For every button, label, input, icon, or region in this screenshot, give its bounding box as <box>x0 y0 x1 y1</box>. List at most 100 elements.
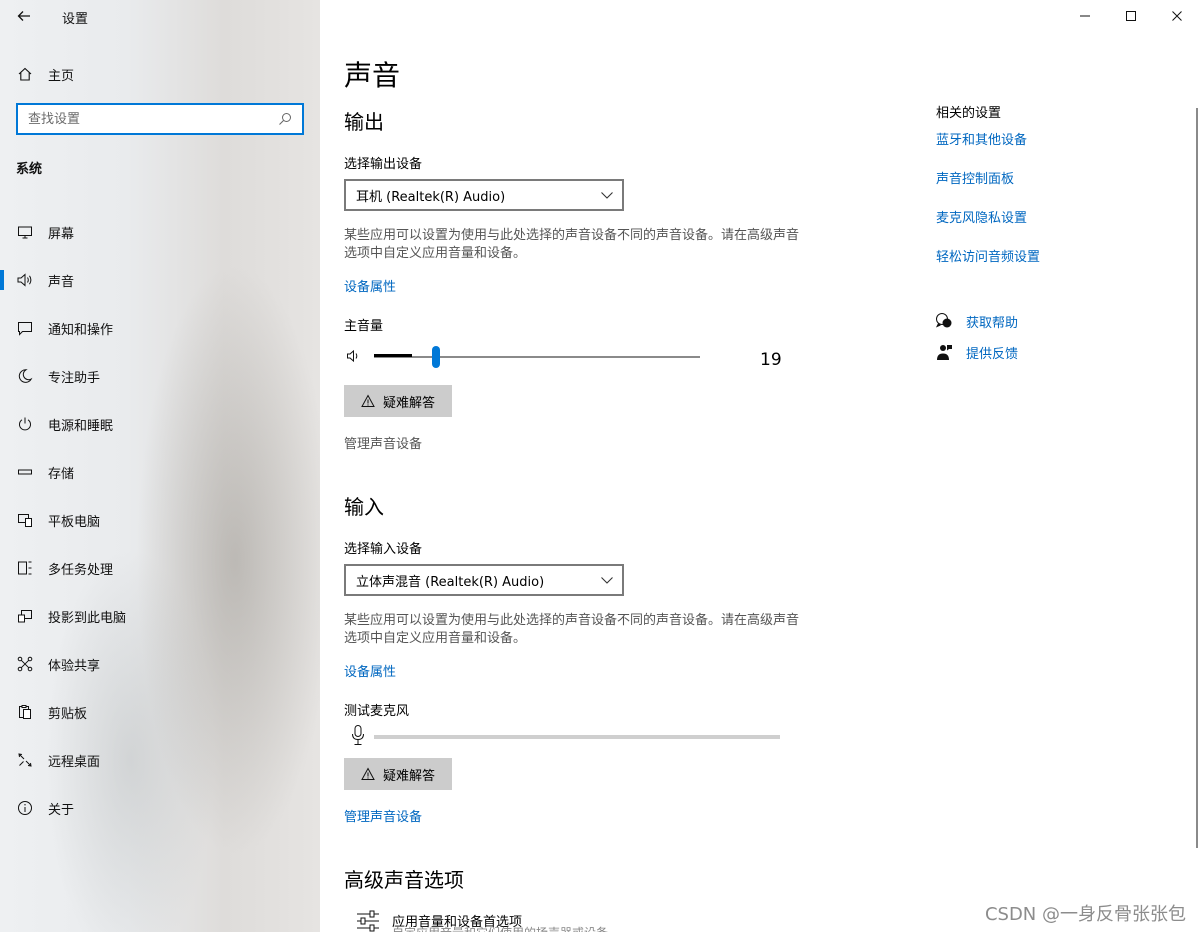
sidebar-item-label: 存储 <box>48 466 75 482</box>
input-manage-devices-link[interactable]: 管理声音设备 <box>344 806 422 825</box>
sidebar-item-about[interactable]: 关于 <box>0 784 320 832</box>
input-description: 某些应用可以设置为使用与此处选择的声音设备不同的声音设备。请在高级声音选项中自定… <box>344 613 800 646</box>
help-chat-icon <box>934 311 954 331</box>
clipboard-icon <box>15 702 35 722</box>
sidebar-item-notifications[interactable]: 通知和操作 <box>0 304 320 352</box>
moon-icon <box>15 366 35 386</box>
volume-speaker-icon[interactable] <box>346 348 362 368</box>
chevron-down-icon <box>600 573 614 587</box>
give-feedback-link[interactable]: 提供反馈 <box>934 342 1018 362</box>
mixer-icon <box>354 906 382 932</box>
test-microphone-label: 测试麦克风 <box>344 704 410 719</box>
get-help-label: 获取帮助 <box>966 315 1019 331</box>
search-box[interactable] <box>16 103 304 135</box>
microphone-level-track <box>374 735 780 739</box>
sidebar-item-sound[interactable]: 声音 <box>0 256 320 304</box>
monitor-icon <box>15 222 35 242</box>
sidebar-item-label: 平板电脑 <box>48 514 101 530</box>
sidebar-item-label: 声音 <box>48 274 75 290</box>
volume-slider-fill <box>374 354 412 357</box>
sidebar: 设置 主页 系统 屏幕 声音 通知和操作 专注助手 <box>0 0 320 932</box>
sidebar-item-label: 体验共享 <box>48 658 101 674</box>
scrollbar[interactable] <box>1196 108 1198 848</box>
output-device-value: 耳机 (Realtek(R) Audio) <box>356 189 506 205</box>
sidebar-item-multitasking[interactable]: 多任务处理 <box>0 544 320 592</box>
related-link-ease-of-access-audio[interactable]: 轻松访问音频设置 <box>936 246 1040 265</box>
maximize-icon[interactable] <box>1108 0 1154 32</box>
output-description: 某些应用可以设置为使用与此处选择的声音设备不同的声音设备。请在高级声音选项中自定… <box>344 228 800 261</box>
warning-icon <box>361 394 375 408</box>
search-input[interactable] <box>18 105 274 133</box>
sidebar-item-label: 关于 <box>48 802 75 818</box>
advanced-heading: 高级声音选项 <box>344 868 464 892</box>
input-device-label: 选择输入设备 <box>344 542 423 557</box>
sidebar-item-label: 远程桌面 <box>48 754 101 770</box>
sidebar-item-label: 屏幕 <box>48 226 75 242</box>
related-link-sound-control-panel[interactable]: 声音控制面板 <box>936 168 1014 187</box>
input-device-dropdown[interactable]: 立体声混音 (Realtek(R) Audio) <box>344 564 624 596</box>
sidebar-item-home[interactable]: 主页 <box>0 58 320 90</box>
info-icon <box>15 798 35 818</box>
sidebar-item-label: 专注助手 <box>48 370 101 386</box>
sidebar-item-label: 电源和睡眠 <box>48 418 114 434</box>
storage-icon <box>15 462 35 482</box>
search-icon[interactable] <box>274 108 296 130</box>
page-title: 声音 <box>344 59 401 92</box>
input-troubleshoot-button[interactable]: 疑难解答 <box>344 758 452 790</box>
watermark: CSDN @一身反骨张张包 <box>984 904 1186 925</box>
related-link-bluetooth[interactable]: 蓝牙和其他设备 <box>936 129 1027 148</box>
sidebar-nav: 屏幕 声音 通知和操作 专注助手 电源和睡眠 存储 平板电脑 多任务处理 投影到… <box>0 208 320 832</box>
output-device-label: 选择输出设备 <box>344 157 423 172</box>
sidebar-item-focus-assist[interactable]: 专注助手 <box>0 352 320 400</box>
sidebar-item-label: 多任务处理 <box>48 562 114 578</box>
master-volume-label: 主音量 <box>344 319 384 334</box>
share-icon <box>15 654 35 674</box>
sidebar-item-clipboard[interactable]: 剪贴板 <box>0 688 320 736</box>
tablet-icon <box>15 510 35 530</box>
related-link-microphone-privacy[interactable]: 麦克风隐私设置 <box>936 207 1027 226</box>
sidebar-item-label: 主页 <box>48 68 75 84</box>
close-icon[interactable] <box>1154 0 1200 32</box>
remote-icon <box>15 750 35 770</box>
master-volume-slider[interactable] <box>344 344 784 372</box>
feedback-person-icon <box>934 342 954 362</box>
output-heading: 输出 <box>344 110 384 134</box>
input-device-properties-link[interactable]: 设备属性 <box>344 661 396 680</box>
main-content: 声音 输出 选择输出设备 耳机 (Realtek(R) Audio) 某些应用可… <box>320 0 1200 932</box>
volume-slider-track <box>374 356 700 358</box>
get-help-link[interactable]: 获取帮助 <box>934 311 1018 331</box>
section-label-system: 系统 <box>16 162 43 177</box>
sidebar-item-label: 通知和操作 <box>48 322 114 338</box>
sidebar-item-label: 剪贴板 <box>48 706 88 722</box>
microphone-level-meter <box>344 724 784 748</box>
power-icon <box>15 414 35 434</box>
troubleshoot-label: 疑难解答 <box>382 768 435 784</box>
sidebar-item-tablet[interactable]: 平板电脑 <box>0 496 320 544</box>
volume-slider-thumb[interactable] <box>431 346 440 368</box>
related-settings-title: 相关的设置 <box>936 106 1002 121</box>
sidebar-item-project[interactable]: 投影到此电脑 <box>0 592 320 640</box>
warning-icon <box>361 767 375 781</box>
output-device-properties-link[interactable]: 设备属性 <box>344 276 396 295</box>
window-title: 设置 <box>62 12 89 27</box>
sidebar-item-power[interactable]: 电源和睡眠 <box>0 400 320 448</box>
multitask-icon <box>15 558 35 578</box>
sidebar-item-label: 投影到此电脑 <box>48 610 127 626</box>
minimize-icon[interactable] <box>1062 0 1108 32</box>
chevron-down-icon <box>600 188 614 202</box>
sidebar-item-remote-desktop[interactable]: 远程桌面 <box>0 736 320 784</box>
sidebar-item-shared-experiences[interactable]: 体验共享 <box>0 640 320 688</box>
give-feedback-label: 提供反馈 <box>966 346 1019 362</box>
volume-value: 19 <box>760 350 782 370</box>
project-icon <box>15 606 35 626</box>
input-heading: 输入 <box>344 495 384 519</box>
sidebar-item-storage[interactable]: 存储 <box>0 448 320 496</box>
home-icon <box>15 64 35 84</box>
output-device-dropdown[interactable]: 耳机 (Realtek(R) Audio) <box>344 179 624 211</box>
app-volume-preferences-description: 自定应用音量和它们使用的扬声器或设备。 <box>392 924 620 932</box>
output-manage-devices-link[interactable]: 管理声音设备 <box>344 433 422 452</box>
back-arrow-icon[interactable] <box>10 4 38 28</box>
input-device-value: 立体声混音 (Realtek(R) Audio) <box>356 574 545 590</box>
sidebar-item-display[interactable]: 屏幕 <box>0 208 320 256</box>
output-troubleshoot-button[interactable]: 疑难解答 <box>344 385 452 417</box>
